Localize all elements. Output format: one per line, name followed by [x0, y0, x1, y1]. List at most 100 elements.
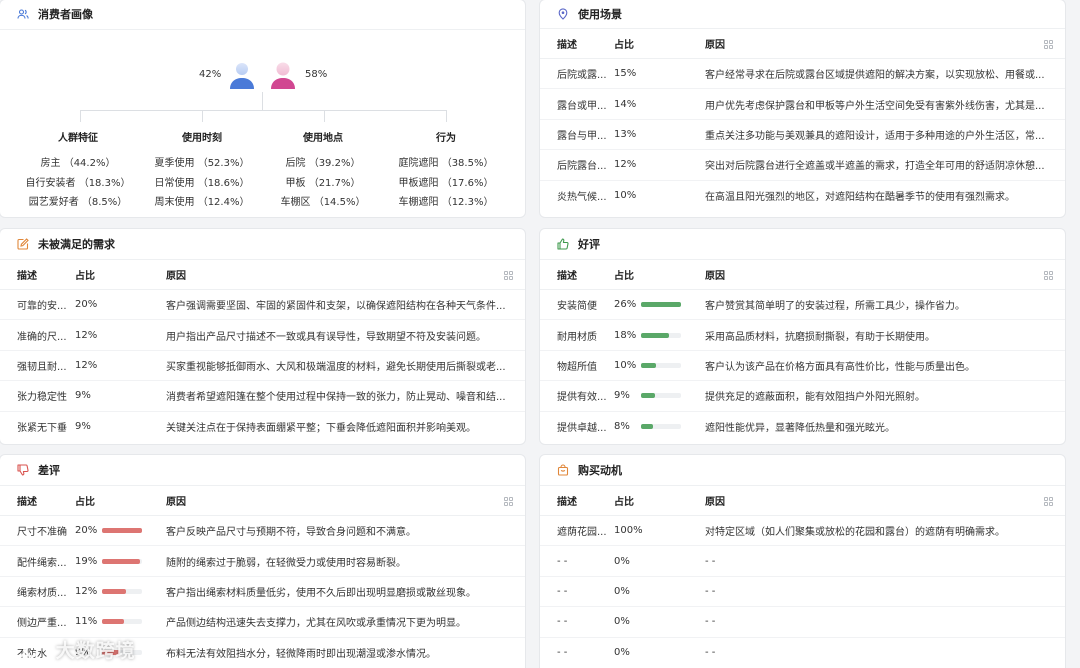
table-row[interactable]: 物超所值 10% 客户认为该产品在价格方面具有高性价比，性能与质量出色。 [540, 351, 1065, 382]
group-title: 使用时刻 [182, 133, 222, 144]
percentage-bar [641, 332, 681, 338]
row-reason: 突出对后院露台进行全遮盖或半遮盖的需求，打造全年可用的舒适阴凉休憩... [705, 161, 1045, 173]
row-description: 提供有效... [557, 392, 607, 404]
percentage-bar [102, 528, 142, 534]
edit-icon [17, 238, 29, 250]
row-description: 耐用材质 [557, 331, 597, 343]
grid-view-icon[interactable] [504, 271, 513, 280]
row-percentage: 12% [614, 159, 637, 171]
row-percentage: 9% [614, 390, 630, 402]
table-row[interactable]: 提供卓越... 8% 遮阳性能优异，显著降低热量和强光眩光。 [540, 412, 1065, 442]
table-row[interactable]: 准确的尺... 12% 用户指出产品尺寸描述不一致或具有误导性，导致期望不符及安装问… [0, 320, 525, 351]
watermark-text: 大数跨境 [55, 640, 136, 662]
percentage-bar-fill [641, 302, 681, 308]
table-row[interactable]: - - 0% - - [540, 607, 1065, 638]
row-reason: - - [705, 555, 716, 567]
table-row[interactable]: 强韧且耐... 12% 买家重视能够抵御雨水、大风和极端温度的材料，避免长期使用后撕… [0, 351, 525, 382]
grid-view-icon[interactable] [1044, 40, 1053, 49]
table-row[interactable]: 露台或甲... 14% 用户优先考虑保护露台和甲板等户外生活空间免受有害紫外线伤害，… [540, 89, 1065, 120]
row-description: 后院或露... [557, 70, 607, 82]
table-row[interactable]: - - 0% - - [540, 638, 1065, 668]
row-reason: 消费者希望遮阳篷在整个使用过程中保持一致的张力，防止晃动、噪音和结... [166, 392, 506, 404]
percentage-bar [102, 619, 142, 625]
row-description: 物超所值 [557, 361, 597, 373]
header-description: 描述 [557, 497, 577, 508]
thumbs-down-icon [17, 464, 29, 476]
group-item: 甲板遮阳 （17.6%） [398, 177, 494, 189]
group-item: 日常使用 （18.6%） [154, 177, 250, 189]
header-reason: 原因 [705, 40, 725, 51]
table-row[interactable]: 尺寸不准确 20% 客户反映产品尺寸与预期不符，导致合身问题和不满意。 [0, 516, 525, 547]
header-percentage: 占比 [614, 497, 634, 508]
table-row[interactable]: 张力稳定性 9% 消费者希望遮阳篷在整个使用过程中保持一致的张力，防止晃动、噪音和结… [0, 381, 525, 412]
row-reason: 产品侧边结构迅速失去支撑力，尤其在风吹或承重情况下更为明显。 [166, 618, 466, 630]
group-item: 庭院遮阳 （38.5%） [398, 158, 494, 169]
table-row[interactable]: 可靠的安... 20% 客户强调需要坚固、牢固的紧固件和支架，以确保遮阳结构在各种天… [0, 290, 525, 321]
male-percentage: 42% [199, 69, 222, 80]
percentage-bar [641, 302, 681, 308]
row-percentage: 12% [75, 585, 98, 597]
percentage-bar [102, 588, 142, 594]
table-row[interactable]: 露台与甲... 13% 重点关注多功能与美观兼具的遮阳设计，适用于多种用途的户外生活… [540, 120, 1065, 151]
table-row[interactable]: 绳索材质... 12% 客户指出绳索材料质量低劣，使用不久后即出现明显磨损或散丝现象… [0, 577, 525, 608]
row-reason: 重点关注多功能与美观兼具的遮阳设计，适用于多种用途的户外生活区，常... [705, 130, 1045, 142]
brand-logo-icon [12, 644, 39, 658]
row-percentage: 14% [614, 98, 637, 110]
grid-view-icon[interactable] [1044, 271, 1053, 280]
shopping-bag-icon [557, 464, 569, 476]
grid-view-icon[interactable] [504, 497, 513, 506]
row-reason: 买家重视能够抵御雨水、大风和极端温度的材料，避免长期使用后撕裂或老... [166, 361, 506, 373]
row-percentage: 0% [614, 647, 630, 659]
row-reason: - - [705, 585, 716, 597]
row-reason: 提供充足的遮蔽面积，能有效阻挡户外阳光照射。 [705, 392, 925, 404]
row-description: - - [557, 616, 568, 628]
percentage-bar-fill [641, 362, 656, 368]
row-reason: 客户指出绳索材料质量低劣，使用不久后即出现明显磨损或散丝现象。 [166, 587, 476, 599]
row-percentage: 8% [614, 421, 630, 433]
row-description: 绳索材质... [17, 587, 67, 599]
table-row[interactable]: - - 0% - - [540, 546, 1065, 577]
table-row[interactable]: 配件绳索... 19% 随附的绳索过于脆弱，在轻微受力或使用时容易断裂。 [0, 546, 525, 577]
row-description: - - [557, 585, 568, 597]
header-reason: 原因 [705, 271, 725, 282]
profile-group-usage-location: 使用地点 后院 （39.2%） 甲板 （21.7%） 车棚区 （14.5%） [263, 129, 383, 213]
table-header: 描述 占比 原因 [540, 486, 1065, 516]
percentage-bar-fill [102, 528, 142, 534]
group-item: 自行安装者 （18.3%） [25, 177, 131, 189]
percentage-bar-fill [102, 619, 124, 625]
table-row[interactable]: 后院或露... 15% 客户经常寻求在后院或露台区域提供遮阳的解决方案，以实现放松、… [540, 59, 1065, 90]
table-row[interactable]: 安装简便 26% 客户赞赏其简单明了的安装过程，所需工具少，操作省力。 [540, 290, 1065, 321]
header-percentage: 占比 [614, 40, 634, 51]
location-pin-icon [558, 8, 568, 20]
percentage-bar [641, 424, 681, 430]
row-percentage: 100% [614, 525, 643, 537]
table-row[interactable]: 炎热气候... 10% 在高温且阳光强烈的地区，对遮阳结构在酷暑季节的使用有强烈需求… [540, 181, 1065, 211]
purchase-motivation-card: 购买动机 描述 占比 原因 遮荫花园... 100% 对特定区域（如人们聚集或放松的… [539, 454, 1066, 668]
header-reason: 原因 [705, 497, 725, 508]
unmet-needs-card: 未被满足的需求 描述 占比 原因 可靠的安... 20% 客户强调需要坚固、牢固的紧… [0, 228, 526, 445]
table-header: 描述 占比 原因 [540, 260, 1065, 290]
row-description: 后院露台... [557, 161, 607, 173]
header-description: 描述 [557, 271, 577, 282]
table-row[interactable]: 张紧无下垂 9% 关键关注点在于保持表面绷紧平整；下垂会降低遮阳面积并影响美观。 [0, 412, 525, 442]
table-row[interactable]: 遮荫花园... 100% 对特定区域（如人们聚集或放松的花园和露台）的遮荫有明确需求… [540, 516, 1065, 547]
table-row[interactable]: 提供有效... 9% 提供充足的遮蔽面积，能有效阻挡户外阳光照射。 [540, 381, 1065, 412]
row-description: 安装简便 [557, 301, 597, 313]
table-row[interactable]: 耐用材质 18% 采用高品质材料，抗磨损耐撕裂，有助于长期使用。 [540, 320, 1065, 351]
table-row[interactable]: 后院露台... 12% 突出对后院露台进行全遮盖或半遮盖的需求，打造全年可用的舒适阴… [540, 150, 1065, 181]
percentage-bar [641, 393, 681, 399]
percentage-bar-fill [102, 588, 126, 594]
table-row[interactable]: 侧边严重... 11% 产品侧边结构迅速失去支撑力，尤其在风吹或承重情况下更为明显。 [0, 607, 525, 638]
row-percentage: 20% [75, 525, 98, 537]
group-item: 夏季使用 （52.3%） [154, 158, 250, 169]
table-row[interactable]: - - 0% - - [540, 577, 1065, 608]
male-avatar-icon [230, 63, 254, 89]
row-description: 强韧且耐... [17, 361, 67, 373]
row-percentage: 12% [75, 359, 98, 371]
grid-view-icon[interactable] [1044, 497, 1053, 506]
consumer-profile-title: 消费者画像 [38, 8, 93, 21]
profile-group-usage-time: 使用时刻 夏季使用 （52.3%） 日常使用 （18.6%） 周末使用 （12.… [142, 129, 262, 213]
table-body: 遮荫花园... 100% 对特定区域（如人们聚集或放松的花园和露台）的遮荫有明确需求… [540, 516, 1065, 668]
usage-scenes-card: 使用场景 描述 占比 原因 后院或露... 15% 客户经常寻求在后院或露台区域提供… [539, 0, 1066, 218]
group-title: 使用地点 [303, 133, 343, 144]
